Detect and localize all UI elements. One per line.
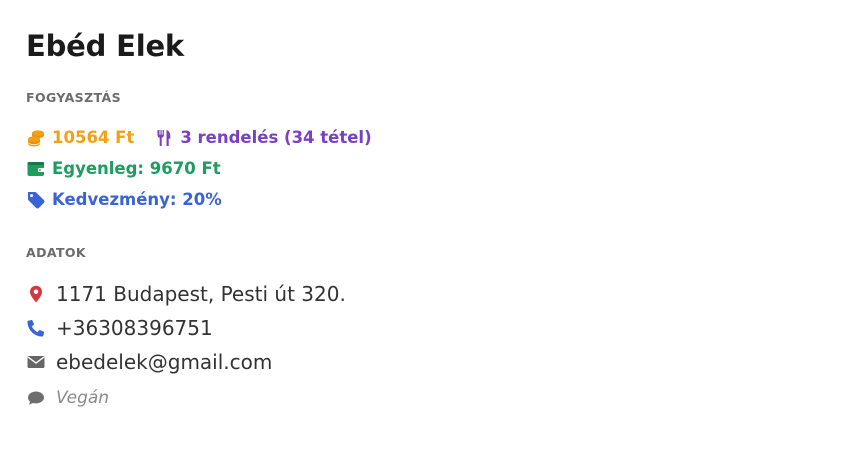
email-text: ebedelek@gmail.com xyxy=(56,350,273,374)
stat-row-discount: Kedvezmény: 20% xyxy=(26,184,819,215)
section-label-details: ADATOK xyxy=(26,245,86,260)
comment-icon xyxy=(26,388,46,408)
tag-icon xyxy=(26,190,46,210)
map-marker-icon xyxy=(26,284,46,304)
envelope-icon xyxy=(26,352,46,372)
customer-card: Ebéd Elek FOGYASZTÁS 10564 Ft 3 rendelés… xyxy=(0,0,845,457)
balance-value: Egyenleg: 9670 Ft xyxy=(52,159,221,178)
coins-icon xyxy=(26,128,46,148)
address-row: 1171 Budapest, Pesti út 320. xyxy=(26,277,819,311)
stat-row-spending: 10564 Ft 3 rendelés (34 tétel) xyxy=(26,122,819,153)
phone-icon xyxy=(26,318,46,338)
note-row: Vegán xyxy=(26,379,819,417)
total-spent-value: 10564 Ft xyxy=(52,128,135,147)
customer-name: Ebéd Elek xyxy=(26,29,184,63)
total-spent: 10564 Ft xyxy=(26,128,134,148)
section-label-consumption: FOGYASZTÁS xyxy=(26,90,121,105)
stat-row-balance: Egyenleg: 9670 Ft xyxy=(26,153,819,184)
discount-value: Kedvezmény: 20% xyxy=(52,190,222,209)
address-text: 1171 Budapest, Pesti út 320. xyxy=(56,282,346,306)
email-row: ebedelek@gmail.com xyxy=(26,345,819,379)
orders-count-value: 3 rendelés (34 tétel) xyxy=(180,128,372,147)
phone-text: +36308396751 xyxy=(56,316,213,340)
orders-count: 3 rendelés (34 tétel) xyxy=(154,128,372,148)
wallet-icon xyxy=(26,159,46,179)
phone-row: +36308396751 xyxy=(26,311,819,345)
discount: Kedvezmény: 20% xyxy=(26,190,222,210)
note-text: Vegán xyxy=(56,388,110,408)
balance: Egyenleg: 9670 Ft xyxy=(26,159,221,179)
utensils-icon xyxy=(154,128,174,148)
